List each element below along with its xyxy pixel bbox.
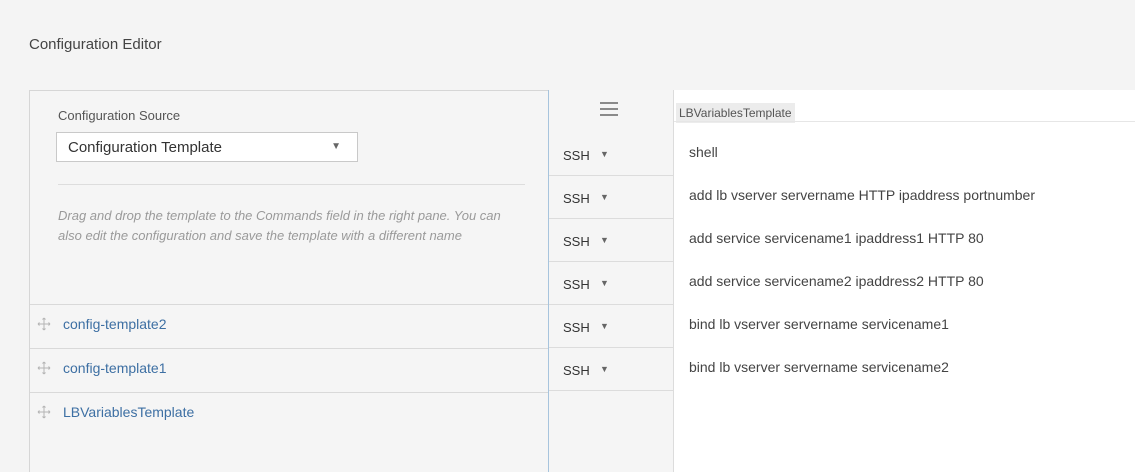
template-tag: LBVariablesTemplate xyxy=(676,103,795,123)
caret-down-icon: ▼ xyxy=(600,149,609,159)
drag-drop-hint: Drag and drop the template to the Comman… xyxy=(58,208,501,243)
protocol-select[interactable]: SSH ▼ xyxy=(549,262,673,305)
protocol-value: SSH xyxy=(563,191,590,206)
move-handle-icon[interactable] xyxy=(37,405,51,419)
protocol-value: SSH xyxy=(563,234,590,249)
configuration-source-select[interactable]: Configuration Template ▼ xyxy=(56,132,358,162)
protocol-value: SSH xyxy=(563,148,590,163)
command-line[interactable]: add service servicename2 ipaddress2 HTTP… xyxy=(689,273,984,289)
move-handle-icon[interactable] xyxy=(37,361,51,375)
command-line[interactable]: bind lb vserver servername servicename1 xyxy=(689,316,949,332)
protocol-select[interactable]: SSH ▼ xyxy=(549,305,673,348)
configuration-source-label: Configuration Source xyxy=(58,108,181,123)
divider xyxy=(674,121,1135,122)
command-line[interactable]: add service servicename1 ipaddress1 HTTP… xyxy=(689,230,984,246)
template-item[interactable]: config-template2 xyxy=(30,304,549,348)
protocol-value: SSH xyxy=(563,363,590,378)
protocol-select[interactable]: SSH ▼ xyxy=(549,176,673,219)
template-item[interactable]: LBVariablesTemplate xyxy=(30,392,549,436)
command-line[interactable]: add lb vserver servername HTTP ipaddress… xyxy=(689,187,1035,203)
caret-down-icon: ▼ xyxy=(600,235,609,245)
template-name[interactable]: LBVariablesTemplate xyxy=(63,404,194,420)
protocol-select[interactable]: SSH ▼ xyxy=(549,348,673,391)
caret-down-icon: ▼ xyxy=(331,141,341,152)
hamburger-menu-icon[interactable] xyxy=(600,102,618,116)
page-title: Configuration Editor xyxy=(29,36,162,53)
caret-down-icon: ▼ xyxy=(600,364,609,374)
caret-down-icon: ▼ xyxy=(600,321,609,331)
configuration-editor: Configuration Source Configuration Templ… xyxy=(29,90,1135,472)
protocol-value: SSH xyxy=(563,277,590,292)
template-name[interactable]: config-template2 xyxy=(63,316,167,332)
command-line[interactable]: shell xyxy=(689,144,718,160)
command-line[interactable]: bind lb vserver servername servicename2 xyxy=(689,359,949,375)
configuration-source-panel: Configuration Source Configuration Templ… xyxy=(29,90,549,472)
configuration-source-value: Configuration Template xyxy=(68,139,222,156)
protocol-column: SSH ▼ SSH ▼ SSH ▼ SSH ▼ SSH ▼ SSH ▼ xyxy=(548,90,674,472)
template-name[interactable]: config-template1 xyxy=(63,360,167,376)
caret-down-icon: ▼ xyxy=(600,192,609,202)
caret-down-icon: ▼ xyxy=(600,278,609,288)
template-list: config-template2 config-template1 LBVari… xyxy=(30,304,549,436)
protocol-select[interactable]: SSH ▼ xyxy=(549,133,673,176)
protocol-value: SSH xyxy=(563,320,590,335)
protocol-select[interactable]: SSH ▼ xyxy=(549,219,673,262)
divider xyxy=(58,184,525,185)
move-handle-icon[interactable] xyxy=(37,317,51,331)
template-item[interactable]: config-template1 xyxy=(30,348,549,392)
commands-panel: LBVariablesTemplate shell add lb vserver… xyxy=(674,90,1135,472)
